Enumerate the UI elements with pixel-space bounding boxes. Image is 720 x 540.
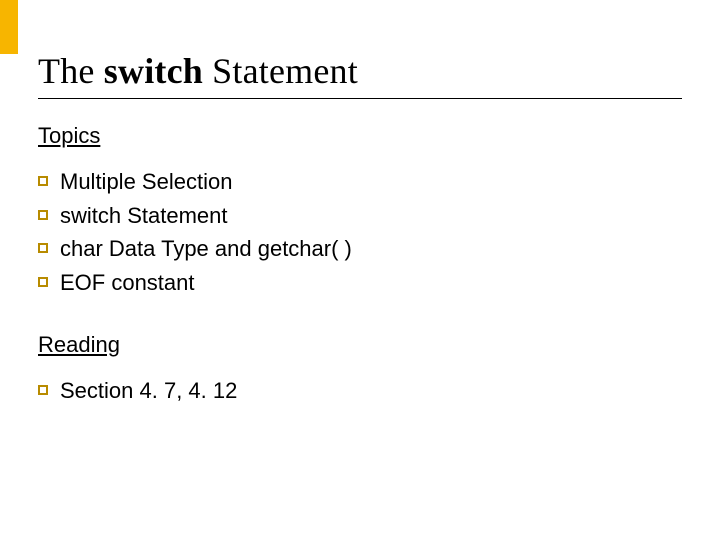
bullet-square-icon (38, 243, 48, 253)
topics-list: Multiple Selection switch Statement char… (38, 167, 682, 298)
reading-heading: Reading (38, 332, 682, 358)
bullet-square-icon (38, 176, 48, 186)
reading-list: Section 4. 7, 4. 12 (38, 376, 682, 406)
list-item-text: Section 4. 7, 4. 12 (60, 376, 237, 406)
list-item: Multiple Selection (38, 167, 682, 197)
list-item-text: Multiple Selection (60, 167, 232, 197)
title-pre: The (38, 51, 104, 91)
list-item: EOF constant (38, 268, 682, 298)
slide-content: The switch Statement Topics Multiple Sel… (38, 50, 682, 439)
list-item-text: switch Statement (60, 201, 228, 231)
title-bold: switch (104, 51, 203, 91)
list-item-text: char Data Type and getchar( ) (60, 234, 352, 264)
topics-heading: Topics (38, 123, 682, 149)
bullet-square-icon (38, 210, 48, 220)
title-post: Statement (203, 51, 358, 91)
list-item-text: EOF constant (60, 268, 195, 298)
list-item: char Data Type and getchar( ) (38, 234, 682, 264)
list-item: switch Statement (38, 201, 682, 231)
bullet-square-icon (38, 385, 48, 395)
slide-title: The switch Statement (38, 50, 682, 99)
accent-bar (0, 0, 18, 54)
list-item: Section 4. 7, 4. 12 (38, 376, 682, 406)
bullet-square-icon (38, 277, 48, 287)
